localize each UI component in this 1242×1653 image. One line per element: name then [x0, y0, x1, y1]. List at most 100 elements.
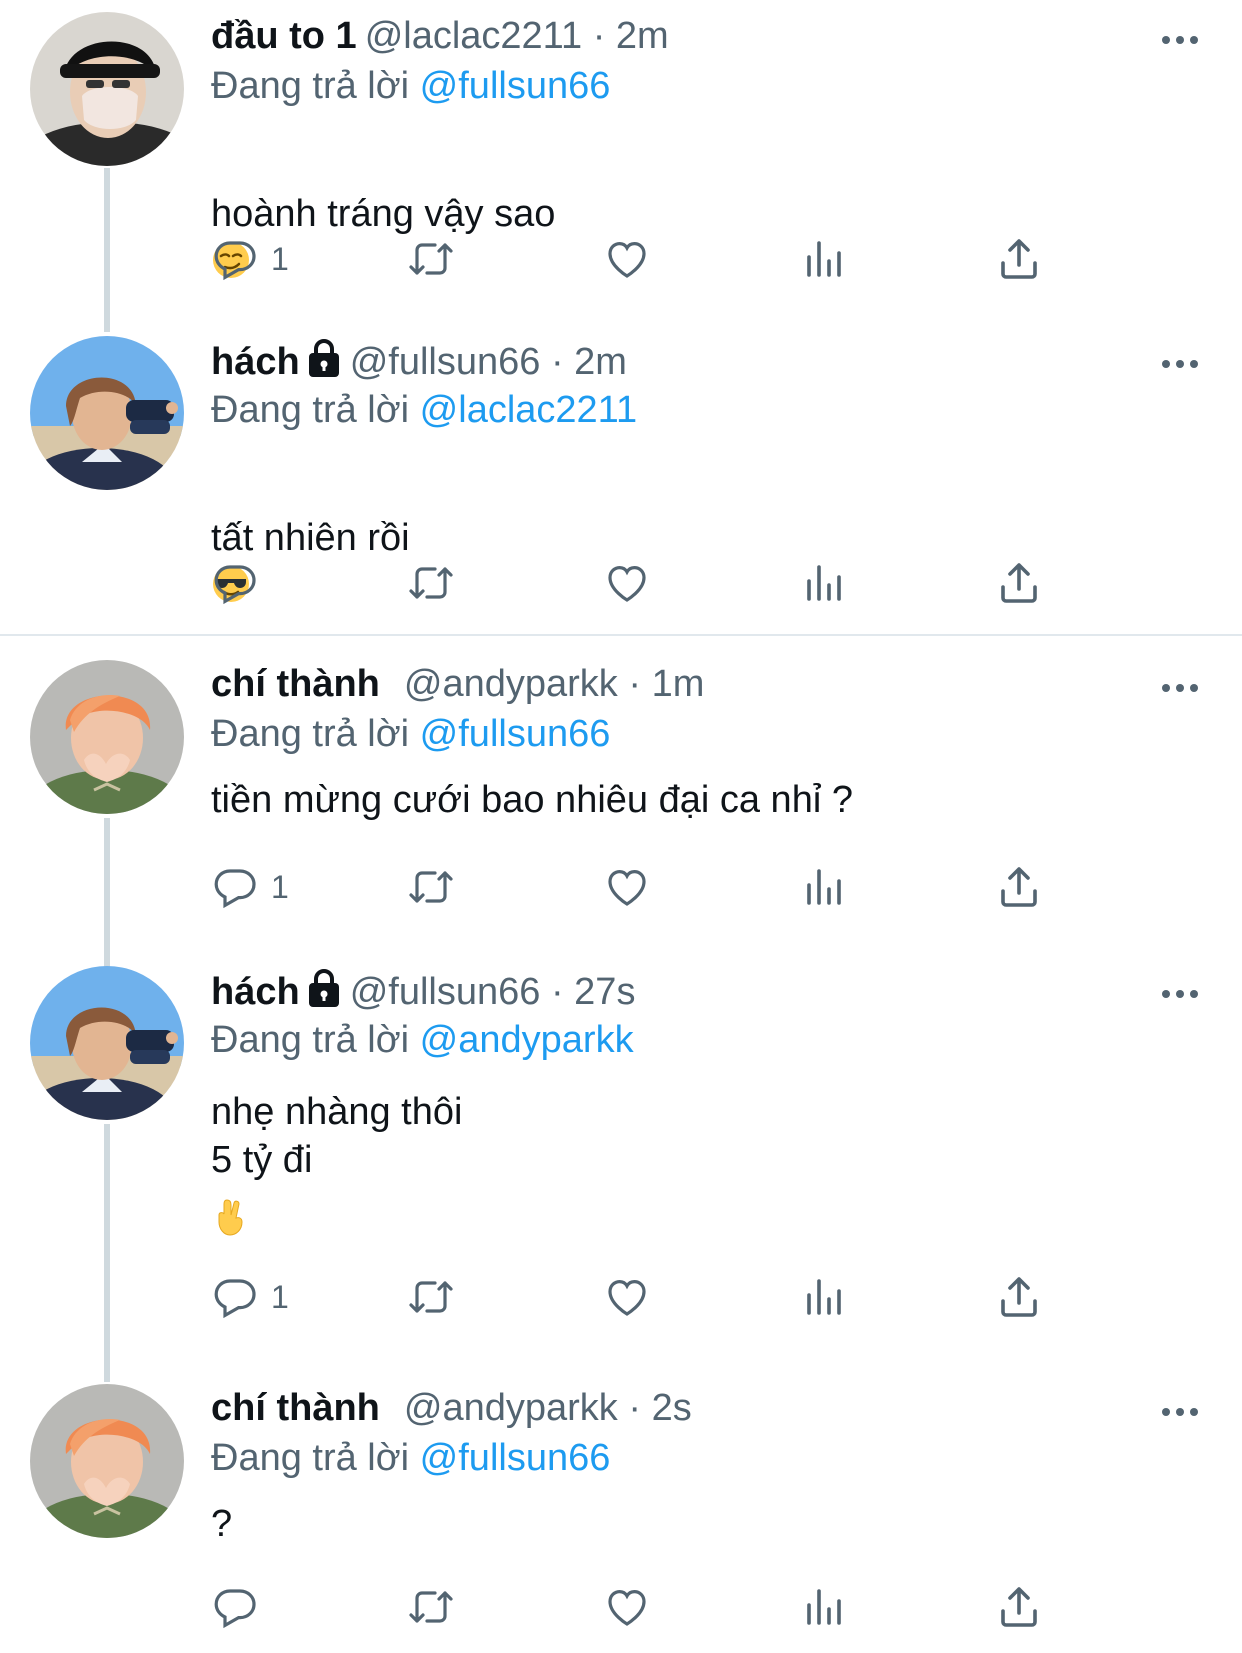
like-button[interactable] [603, 1580, 651, 1634]
like-button[interactable] [603, 860, 651, 914]
reply-button[interactable]: 1 [211, 860, 289, 914]
retweet-button[interactable] [407, 1580, 455, 1634]
tweet-text: tiền mừng cưới bao nhiêu đại ca nhỉ ? [211, 779, 853, 821]
retweet-button[interactable] [407, 860, 455, 914]
action-bar: 1 [211, 1270, 1111, 1324]
display-name[interactable]: hách [211, 341, 300, 383]
share-icon [995, 559, 1043, 607]
tweet-text: nhẹ nhàng thôi 5 tỷ đi [211, 1091, 463, 1181]
reply-button[interactable]: 1 [211, 1270, 289, 1324]
share-icon [995, 1583, 1043, 1631]
share-icon [995, 1273, 1043, 1321]
share-button[interactable] [995, 1270, 1043, 1324]
reply-count: 1 [271, 868, 289, 905]
share-button[interactable] [995, 232, 1043, 286]
mention-link[interactable]: @fullsun66 [420, 1437, 611, 1479]
mention-link[interactable]: @laclac2211 [420, 389, 637, 431]
tweet[interactable]: hách @fullsun66 · 2m Đang trả lời @laclac… [0, 336, 1242, 626]
tweet-header: đầu to 1 @laclac2211 · 2m [211, 14, 669, 58]
like-button[interactable] [603, 232, 651, 286]
user-handle[interactable]: @andyparkk [404, 1387, 618, 1429]
timestamp[interactable]: 2s [652, 1387, 692, 1429]
views-button[interactable] [799, 556, 847, 610]
tweet[interactable]: chí thành @andyparkk · 1m Đang trả lời @f… [0, 660, 1242, 940]
share-button[interactable] [995, 860, 1043, 914]
avatar[interactable] [30, 336, 184, 490]
reply-button[interactable] [211, 556, 271, 610]
separator: · [550, 971, 564, 1013]
tweet-text-content: tất nhiên rồi [211, 517, 410, 559]
share-button[interactable] [995, 1580, 1043, 1634]
replying-to: Đang trả lời @laclac2211 [211, 388, 637, 432]
separator: · [628, 1387, 642, 1429]
heart-icon [603, 1273, 651, 1321]
retweet-icon [407, 559, 455, 607]
tweet[interactable]: đầu to 1 @laclac2211 · 2m Đang trả lời @f… [0, 12, 1242, 312]
display-name[interactable]: chí thành [211, 663, 380, 705]
more-icon[interactable] [1160, 1406, 1200, 1418]
reply-count: 1 [271, 1278, 289, 1315]
avatar[interactable] [30, 1384, 184, 1538]
display-name[interactable]: chí thành [211, 1387, 380, 1429]
mention-link[interactable]: @fullsun66 [420, 65, 611, 107]
replying-to: Đang trả lời @fullsun66 [211, 712, 610, 756]
avatar[interactable] [30, 660, 184, 814]
more-icon[interactable] [1160, 358, 1200, 370]
reply-icon [211, 1583, 259, 1631]
heart-icon [603, 863, 651, 911]
display-name[interactable]: đầu to 1 [211, 15, 357, 57]
views-icon [799, 863, 847, 911]
timestamp[interactable]: 2m [616, 15, 669, 57]
timestamp[interactable]: 27s [574, 971, 635, 1013]
timestamp[interactable]: 2m [574, 341, 627, 383]
user-handle[interactable]: @fullsun66 [350, 971, 541, 1013]
replying-to: Đang trả lời @andyparkk [211, 1018, 634, 1062]
more-icon[interactable] [1160, 988, 1200, 1000]
reply-button[interactable]: 1 [211, 232, 289, 286]
share-icon [995, 235, 1043, 283]
tweet-header: chí thành @andyparkk · 2s [211, 1386, 692, 1430]
reply-icon [211, 863, 259, 911]
views-button[interactable] [799, 1580, 847, 1634]
separator: · [628, 663, 642, 705]
separator: · [592, 15, 606, 57]
like-button[interactable] [603, 556, 651, 610]
avatar[interactable] [30, 966, 184, 1120]
retweet-button[interactable] [407, 232, 455, 286]
timestamp[interactable]: 1m [652, 663, 705, 705]
tweet[interactable]: hách @fullsun66 · 27s Đang trả lời @andyp… [0, 966, 1242, 1346]
lock-icon [306, 968, 342, 1008]
more-icon[interactable] [1160, 682, 1200, 694]
heart-icon [603, 1583, 651, 1631]
tweet[interactable]: chí thành @andyparkk · 2s Đang trả lời @f… [0, 1384, 1242, 1653]
retweet-icon [407, 235, 455, 283]
avatar[interactable] [30, 12, 184, 166]
views-icon [799, 1583, 847, 1631]
replying-to: Đang trả lời @fullsun66 [211, 1436, 610, 1480]
retweet-icon [407, 863, 455, 911]
tweet-header: hách @fullsun66 · 27s [211, 968, 635, 1014]
retweet-button[interactable] [407, 1270, 455, 1324]
retweet-icon [407, 1583, 455, 1631]
mention-link[interactable]: @fullsun66 [420, 713, 611, 755]
share-button[interactable] [995, 556, 1043, 610]
action-bar: 1 [211, 860, 1111, 914]
like-button[interactable] [603, 1270, 651, 1324]
views-button[interactable] [799, 232, 847, 286]
mention-link[interactable]: @andyparkk [420, 1019, 634, 1061]
replying-label: Đang trả lời [211, 389, 410, 431]
replying-label: Đang trả lời [211, 1437, 410, 1479]
views-button[interactable] [799, 1270, 847, 1324]
display-name[interactable]: hách [211, 971, 300, 1013]
user-handle[interactable]: @laclac2211 [365, 15, 582, 57]
user-handle[interactable]: @fullsun66 [350, 341, 541, 383]
more-icon[interactable] [1160, 34, 1200, 46]
lock-icon [306, 338, 342, 378]
user-handle[interactable]: @andyparkk [404, 663, 618, 705]
reply-button[interactable] [211, 1580, 271, 1634]
reply-icon [211, 559, 259, 607]
retweet-button[interactable] [407, 556, 455, 610]
reply-count: 1 [271, 240, 289, 277]
tweet-header: hách @fullsun66 · 2m [211, 338, 627, 384]
views-button[interactable] [799, 860, 847, 914]
